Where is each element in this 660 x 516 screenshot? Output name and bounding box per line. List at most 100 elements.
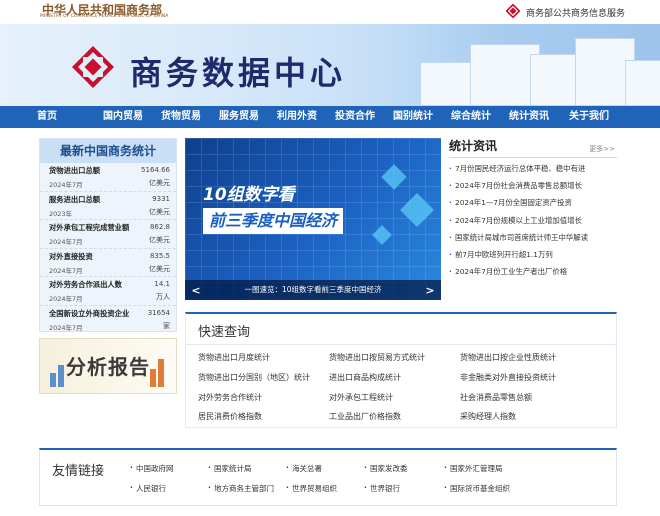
- chart-decoration: [50, 373, 56, 387]
- friend-link[interactable]: 国家外汇管理局: [444, 463, 503, 474]
- stat-period: 2024年7月: [49, 323, 83, 332]
- slide-next-button[interactable]: >: [423, 284, 437, 297]
- main-nav: 首页 国内贸易 货物贸易 服务贸易 利用外资 投资合作 国别统计 综合统计 统计…: [0, 106, 660, 128]
- ministry-name-en: MINISTRY OF COMMERCE PEOPLE'S REPUBLIC O…: [40, 14, 169, 19]
- nav-item-country-stats[interactable]: 国别统计: [384, 106, 442, 128]
- building-illustration: [625, 60, 660, 106]
- stat-value: 31654: [147, 308, 170, 317]
- friend-links-panel: 友情链接 中国政府网 国家统计局 海关总署 国家发改委 国家外汇管理局 人民银行…: [39, 448, 617, 506]
- stat-unit: 亿美元: [149, 236, 170, 245]
- quick-query-panel: 快速查询 货物进出口月度统计 货物进出口按贸易方式统计 货物进出口按企业性质统计…: [185, 312, 617, 428]
- nav-item-about[interactable]: 关于我们: [558, 106, 620, 128]
- stat-period: 2023年: [49, 209, 73, 218]
- stat-name: 对外承包工程完成营业额: [49, 223, 130, 233]
- quick-query-title: 快速查询: [198, 325, 251, 340]
- stat-value: 14.1: [154, 280, 170, 289]
- quick-link[interactable]: 对外劳务合作统计: [198, 392, 262, 403]
- slide-caption[interactable]: 一图速览：10组数字看前三季度中国经济: [185, 280, 441, 300]
- stat-unit: 亿美元: [149, 264, 170, 273]
- quick-link[interactable]: 货物进出口分国别（地区）统计: [198, 372, 310, 383]
- site-banner: 商务数据中心: [0, 24, 660, 106]
- mofcom-logo-icon: [506, 4, 520, 18]
- mofcom-logo-icon: [72, 46, 114, 88]
- stat-unit: 亿美元: [149, 179, 170, 187]
- top-bar: 中华人民共和国商务部 MINISTRY OF COMMERCE PEOPLE'S…: [0, 0, 660, 24]
- nav-item-investment-cooperation[interactable]: 投资合作: [326, 106, 384, 128]
- friend-link[interactable]: 海关总署: [286, 463, 322, 474]
- stat-value: 862.8: [149, 223, 170, 232]
- news-item[interactable]: 2024年1—7月份全国固定资产投资: [449, 194, 617, 211]
- friend-link[interactable]: 国家统计局: [208, 463, 252, 474]
- news-item[interactable]: 2024年7月份规模以上工业增加值增长: [449, 212, 617, 229]
- stat-unit: 万人: [156, 293, 170, 302]
- news-item[interactable]: 7月份国民经济运行总体平稳、稳中有进: [449, 160, 617, 177]
- friend-link[interactable]: 地方商务主管部门: [208, 483, 274, 494]
- stat-value: 9331: [152, 194, 170, 203]
- chart-decoration: [158, 359, 164, 387]
- friend-link[interactable]: 世界银行: [364, 483, 400, 494]
- stat-item[interactable]: 对外直接投资 835.5 2024年7月 亿美元: [40, 249, 176, 278]
- divider: [449, 157, 617, 158]
- slide-headline-2: 前三季度中国经济: [203, 208, 344, 234]
- news-item[interactable]: 国家统计局城市司首席统计师王中华解读: [449, 229, 617, 246]
- stat-period: 2024年7月: [49, 295, 83, 304]
- stat-name: 对外直接投资: [49, 251, 93, 261]
- stat-item[interactable]: 对外劳务合作派出人数 14.1 2024年7月 万人: [40, 277, 176, 306]
- latest-stats-panel: 最新中国商务统计 货物进出口总额 5164.66 2024年7月 亿美元 服务进…: [39, 138, 177, 332]
- news-item[interactable]: 前7月中欧班列开行超1.1万列: [449, 246, 617, 263]
- quick-link[interactable]: 对外承包工程统计: [329, 392, 393, 403]
- stats-panel-title: 最新中国商务统计: [40, 139, 176, 163]
- nav-item-services-trade[interactable]: 服务贸易: [210, 106, 268, 128]
- quick-link[interactable]: 社会消费品零售总额: [460, 392, 532, 403]
- stat-name: 对外劳务合作派出人数: [49, 280, 122, 290]
- slide-headline-1: 10组数字看: [203, 185, 295, 205]
- divider: [186, 344, 616, 345]
- stat-item[interactable]: 服务进出口总额 9331 2023年 亿美元: [40, 192, 176, 221]
- stat-value: 835.5: [149, 251, 170, 260]
- news-item[interactable]: 2024年7月份工业生产者出厂价格: [449, 263, 617, 280]
- quick-link[interactable]: 居民消费价格指数: [198, 411, 262, 422]
- stat-item[interactable]: 全国新设立外商投资企业 31654 2024年7月 家: [40, 306, 176, 335]
- chart-decoration: [150, 369, 156, 387]
- stat-item[interactable]: 对外承包工程完成营业额 862.8 2024年7月 亿美元: [40, 220, 176, 249]
- news-more-link[interactable]: 更多>>: [589, 144, 615, 154]
- friend-links-title: 友情链接: [52, 464, 105, 479]
- quick-link[interactable]: 货物进出口月度统计: [198, 352, 270, 363]
- news-list: 7月份国民经济运行总体平稳、稳中有进 2024年7月份社会消费品零售总额增长 2…: [449, 160, 617, 280]
- quick-link[interactable]: 采购经理人指数: [460, 411, 516, 422]
- analysis-report-banner[interactable]: 分析报告: [39, 338, 177, 394]
- slide-prev-button[interactable]: <: [189, 284, 203, 297]
- analysis-report-label: 分析报告: [66, 355, 150, 379]
- stat-name: 服务进出口总额: [49, 194, 101, 204]
- friend-link[interactable]: 人民银行: [130, 483, 166, 494]
- stat-period: 2024年7月: [49, 181, 83, 189]
- quick-link[interactable]: 货物进出口按企业性质统计: [460, 352, 556, 363]
- site-title: 商务数据中心: [130, 54, 347, 92]
- nav-item-stats-news[interactable]: 统计资讯: [500, 106, 558, 128]
- friend-link[interactable]: 中国政府网: [130, 463, 174, 474]
- stat-name: 货物进出口总额: [49, 166, 101, 175]
- friend-link[interactable]: 国际货币基金组织: [444, 483, 510, 494]
- quick-link[interactable]: 工业品出厂价格指数: [329, 411, 401, 422]
- featured-slideshow[interactable]: 10组数字看 前三季度中国经济 一图速览：10组数字看前三季度中国经济 < >: [185, 138, 441, 300]
- nav-item-home[interactable]: 首页: [0, 106, 94, 128]
- nav-item-comprehensive-stats[interactable]: 综合统计: [442, 106, 500, 128]
- quick-link[interactable]: 非金融类对外直接投资统计: [460, 372, 556, 383]
- quick-link[interactable]: 货物进出口按贸易方式统计: [329, 352, 425, 363]
- building-illustration: [530, 54, 580, 106]
- stats-news-panel: 统计资讯 更多>> 7月份国民经济运行总体平稳、稳中有进 2024年7月份社会消…: [449, 138, 617, 300]
- friend-link[interactable]: 世界贸易组织: [286, 483, 337, 494]
- quick-link[interactable]: 进出口商品构成统计: [329, 372, 401, 383]
- stat-unit: 家: [163, 321, 170, 330]
- nav-item-foreign-investment[interactable]: 利用外资: [268, 106, 326, 128]
- stat-period: 2024年7月: [49, 266, 83, 275]
- chart-decoration: [58, 365, 64, 387]
- stat-item[interactable]: 货物进出口总额 5164.66 2024年7月 亿美元: [40, 163, 176, 192]
- nav-item-goods-trade[interactable]: 货物贸易: [152, 106, 210, 128]
- friend-link[interactable]: 国家发改委: [364, 463, 408, 474]
- stat-period: 2024年7月: [49, 238, 83, 247]
- stat-unit: 亿美元: [149, 207, 170, 216]
- public-service-link[interactable]: 商务部公共商务信息服务: [526, 6, 625, 19]
- news-item[interactable]: 2024年7月份社会消费品零售总额增长: [449, 177, 617, 194]
- nav-item-domestic-trade[interactable]: 国内贸易: [94, 106, 152, 128]
